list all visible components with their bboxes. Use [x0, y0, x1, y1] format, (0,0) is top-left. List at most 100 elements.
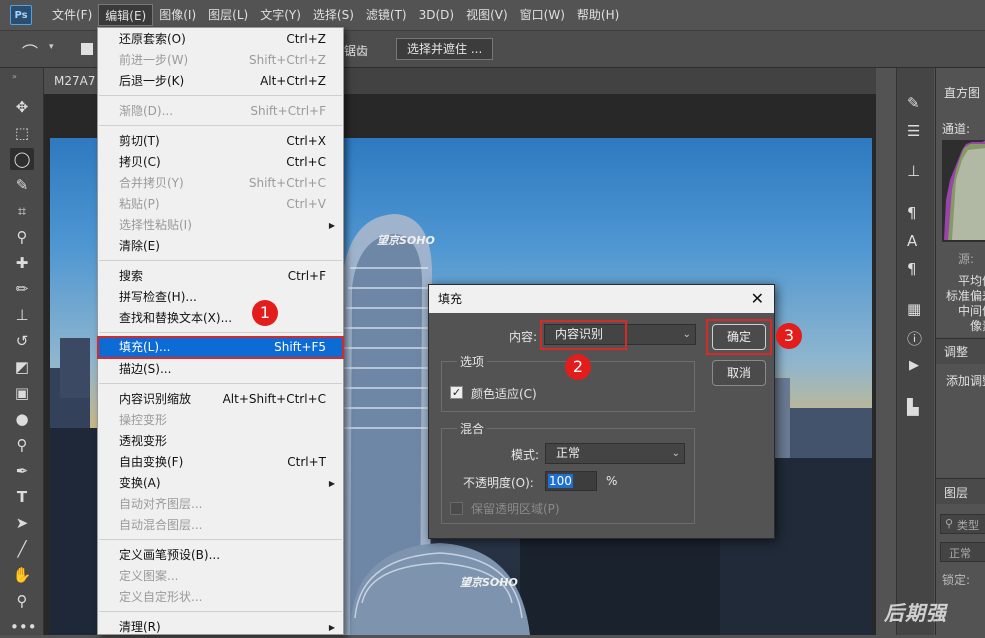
collapse-icon[interactable]: » [12, 72, 17, 81]
menu-item-fill[interactable]: 填充(L)... Shift+F5 [97, 336, 344, 359]
menu-edit[interactable]: 编辑(E) [98, 4, 154, 26]
menu-type[interactable]: 文字(Y) [254, 4, 307, 26]
menu-item-define-shape[interactable]: 定义自定形状... [98, 587, 343, 608]
cancel-button[interactable]: 取消 [712, 360, 766, 386]
menu-item-copy[interactable]: 拷贝(C) Ctrl+C [98, 152, 343, 173]
mode-value: 正常 [556, 446, 581, 460]
eyedropper-tool-icon[interactable]: ⚲ [10, 226, 34, 248]
gradient-tool-icon[interactable]: ▣ [10, 382, 34, 404]
histogram-graph [942, 140, 985, 242]
play-action-icon[interactable]: ▶ [909, 358, 919, 373]
hand-tool-icon[interactable]: ✋ [10, 564, 34, 586]
quick-select-tool-icon[interactable]: ✎ [10, 174, 34, 196]
content-label: 内容: [509, 330, 538, 344]
menu-item-find-replace[interactable]: 查找和替换文本(X)... [98, 308, 343, 329]
menu-3d[interactable]: 3D(D) [413, 4, 460, 26]
highlight-box [706, 319, 772, 355]
swatches-icon[interactable]: ▦ [907, 300, 921, 318]
type-tool-icon[interactable]: T [10, 486, 34, 508]
menu-item-auto-blend[interactable]: 自动混合图层... [98, 515, 343, 536]
dialog-title-bar[interactable]: 填充 [429, 285, 774, 313]
menu-item-cut[interactable]: 剪切(T) Ctrl+X [98, 131, 343, 152]
menu-item-copy-merged[interactable]: 合并拷贝(Y) Shift+Ctrl+C [98, 173, 343, 194]
menu-item-step-forward[interactable]: 前进一步(W) Shift+Ctrl+Z [98, 50, 343, 71]
menu-help[interactable]: 帮助(H) [571, 4, 625, 26]
clone-source-icon[interactable]: ⊥ [907, 162, 920, 180]
menu-item-clear[interactable]: 清除(E) [98, 236, 343, 257]
paragraph-icon[interactable]: ¶ [907, 260, 917, 278]
menu-layer[interactable]: 图层(L) [202, 4, 254, 26]
menu-separator [99, 383, 342, 384]
menu-item-stroke[interactable]: 描边(S)... [98, 359, 343, 380]
dodge-tool-icon[interactable]: ⚲ [10, 434, 34, 456]
marquee-tool-icon[interactable]: ⬚ [10, 122, 34, 144]
menu-file[interactable]: 文件(F) [46, 4, 98, 26]
close-icon[interactable]: ✕ [751, 285, 764, 313]
menu-item-spell-check[interactable]: 拼写检查(H)... [98, 287, 343, 308]
color-adapt-checkbox[interactable]: ✓ [450, 386, 463, 399]
menu-image[interactable]: 图像(I) [153, 4, 202, 26]
menu-item-undo-lasso[interactable]: 还原套索(O) Ctrl+Z [98, 29, 343, 50]
menu-view[interactable]: 视图(V) [460, 4, 514, 26]
adjustments-tab[interactable]: 调整 [944, 343, 968, 360]
menu-item-transform[interactable]: 变换(A) ▶ [98, 473, 343, 494]
pen-tool-icon[interactable]: ✒ [10, 460, 34, 482]
menu-item-define-brush[interactable]: 定义画笔预设(B)... [98, 545, 343, 566]
dialog-title: 填充 [438, 292, 463, 306]
character-icon[interactable]: A [907, 232, 917, 250]
layer-blend-mode[interactable]: 正常 [940, 542, 985, 562]
menu-item-fade[interactable]: 渐隐(D)... Shift+Ctrl+F [98, 101, 343, 122]
step-badge-3: 3 [776, 323, 802, 349]
move-tool-icon[interactable]: ✥ [10, 96, 34, 118]
menu-item-auto-align[interactable]: 自动对齐图层... [98, 494, 343, 515]
brush-tool-icon[interactable]: ✏ [10, 278, 34, 300]
lasso-preset-icon[interactable]: ⌒ [22, 39, 38, 63]
menu-separator [99, 611, 342, 612]
menu-item-define-pattern[interactable]: 定义图案... [98, 566, 343, 587]
menu-item-paste[interactable]: 粘贴(P) Ctrl+V [98, 194, 343, 215]
healing-brush-icon[interactable]: ✚ [10, 252, 34, 274]
menu-select[interactable]: 选择(S) [307, 4, 360, 26]
histogram-tab[interactable]: 直方图 [944, 84, 980, 101]
zoom-tool-icon[interactable]: ⚲ [10, 590, 34, 612]
tool-presets-icon[interactable]: ▙ [907, 398, 919, 416]
line-tool-icon[interactable]: ╱ [10, 538, 34, 560]
edit-menu: 还原套索(O) Ctrl+Z 前进一步(W) Shift+Ctrl+Z 后退一步(K… [97, 27, 344, 635]
menu-item-perspective-warp[interactable]: 透视变形 [98, 431, 343, 452]
menu-window[interactable]: 窗口(W) [514, 4, 571, 26]
blur-tool-icon[interactable]: ● [10, 408, 34, 430]
menu-item-puppet-warp[interactable]: 操控变形 [98, 410, 343, 431]
layer-filter-field[interactable]: ⚲ 类型 [940, 514, 985, 534]
opacity-input[interactable]: 100 [545, 471, 597, 491]
fill-dialog: 填充 ✕ 内容: 内容识别 ⌄ 选项 ✓ 颜色适应(C) 混合 模式: 正常 ⌄ 不… [428, 284, 775, 539]
menu-separator [99, 260, 342, 261]
select-and-mask-button[interactable]: 选择并遮住 ... [396, 38, 494, 60]
adjust-sliders-icon[interactable]: ☰ [907, 122, 920, 140]
layers-tab[interactable]: 图层 [944, 484, 968, 501]
history-brush-icon[interactable]: ↺ [10, 330, 34, 352]
menu-separator [99, 332, 342, 333]
path-select-icon[interactable]: ➤ [10, 512, 34, 534]
chevron-down-icon[interactable]: ▾ [49, 42, 54, 52]
info-icon[interactable]: ⓘ [907, 328, 922, 349]
menu-item-paste-special[interactable]: 选择性粘贴(I) ▶ [98, 215, 343, 236]
menu-item-step-backward[interactable]: 后退一步(K) Alt+Ctrl+Z [98, 71, 343, 92]
new-selection-icon[interactable] [81, 43, 93, 55]
stamp-tool-icon[interactable]: ⊥ [10, 304, 34, 326]
menu-bar: Ps 文件(F) 编辑(E) 图像(I) 图层(L) 文字(Y) 选择(S) 滤… [0, 0, 985, 30]
menu-item-free-transform[interactable]: 自由变换(F) Ctrl+T [98, 452, 343, 473]
crop-tool-icon[interactable]: ⌗ [10, 200, 34, 222]
photoshop-logo: Ps [10, 5, 32, 25]
layer-kind-label: 类型 [957, 519, 979, 532]
paragraph-style-icon[interactable]: ¶ [907, 204, 917, 222]
menu-item-search[interactable]: 搜索 Ctrl+F [98, 266, 343, 287]
right-panel: 直方图 通道: 源: 平均值 标准偏差 中间值 像素 调整 添加调整 图层 ⚲ … [935, 68, 985, 635]
lasso-tool-icon[interactable]: ◯ [10, 148, 34, 170]
brush-settings-icon[interactable]: ✎ [907, 94, 920, 112]
menu-filter[interactable]: 滤镜(T) [360, 4, 413, 26]
preserve-transparency-checkbox[interactable] [450, 502, 463, 515]
mode-select[interactable]: 正常 ⌄ [545, 443, 685, 464]
menu-item-content-aware-scale[interactable]: 内容识别缩放 Alt+Shift+Ctrl+C [98, 389, 343, 410]
eraser-tool-icon[interactable]: ◩ [10, 356, 34, 378]
stat-pixels: 像素 [970, 319, 985, 333]
